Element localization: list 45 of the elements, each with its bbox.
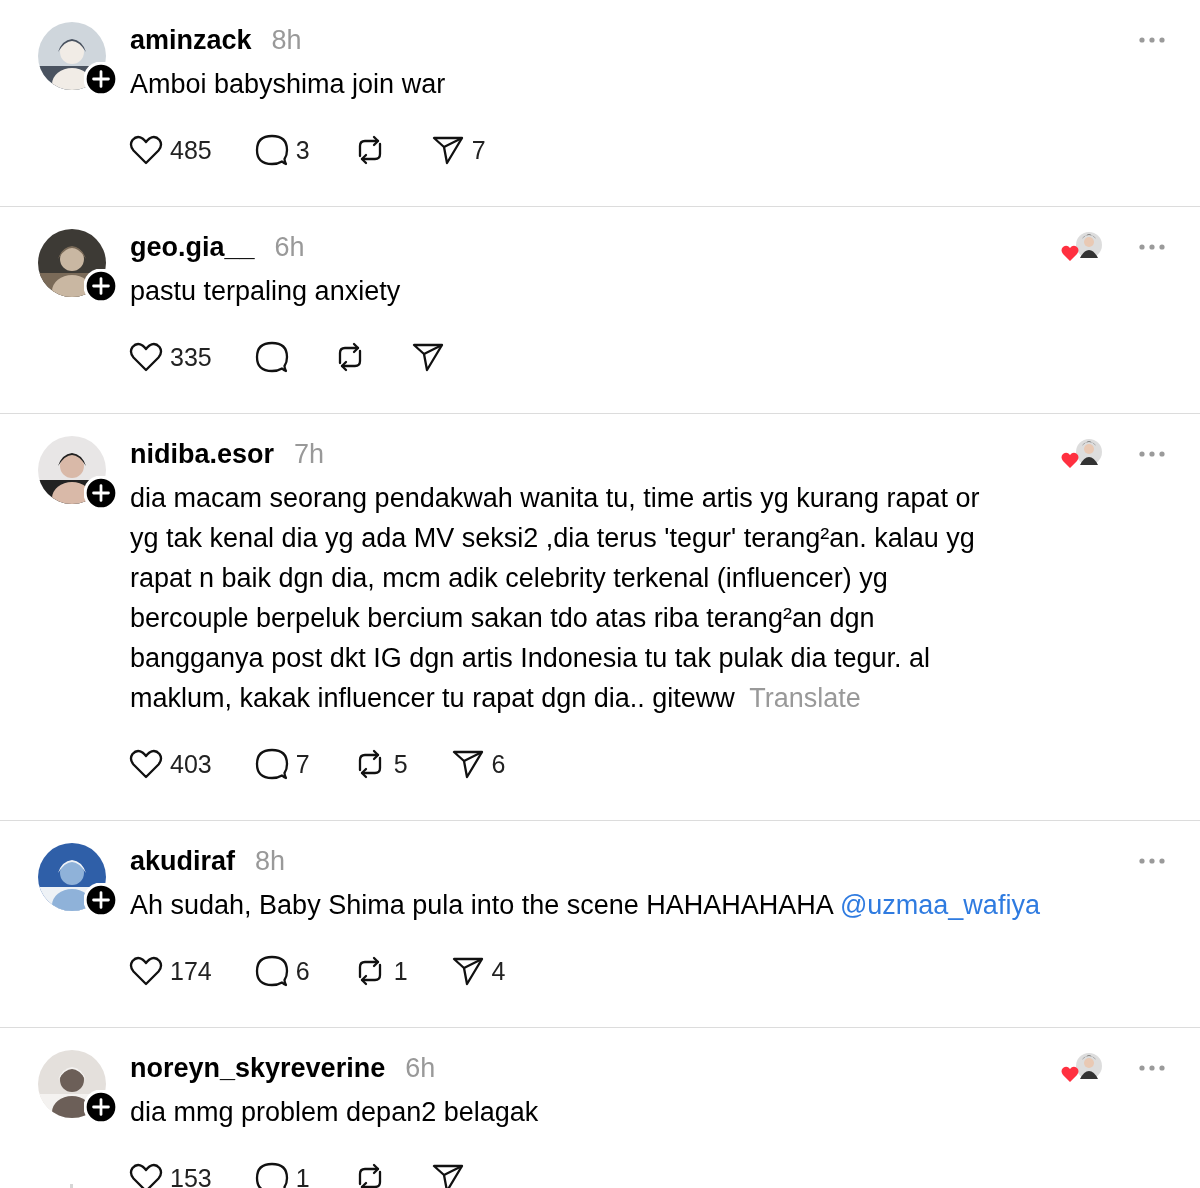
speech-bubble-icon <box>253 132 290 168</box>
follow-plus-icon[interactable] <box>84 269 118 303</box>
follow-plus-icon[interactable] <box>84 62 118 96</box>
speech-bubble-icon <box>253 953 290 989</box>
share-button[interactable]: 6 <box>449 744 506 784</box>
username[interactable]: geo.gia__ <box>130 231 255 263</box>
like-button[interactable]: 335 <box>128 337 212 377</box>
timestamp: 6h <box>274 231 305 263</box>
username[interactable]: akudiraf <box>130 845 236 877</box>
reply-button[interactable]: 6 <box>253 951 310 991</box>
like-button[interactable]: 174 <box>128 951 212 991</box>
timestamp: 7h <box>294 438 325 470</box>
more-options-icon[interactable] <box>1138 450 1166 458</box>
mention-link[interactable]: @uzmaa_wafiya <box>839 890 1040 920</box>
post-text: dia macam seorang pendakwah wanita tu, time artis yg kurang rapat or yg tak kenal dia yg ada MV seksi2 ,dia terus 'tegur' terang²an. kalau yg rapat n baik dgn dia, mcm adik celebrity terkenal (influencer) yg bercouple berpeluk bercium sakan tdo atas riba terang²an dgn bangganya post dkt IG dgn artis Indonesia tu tak pulak dia tegur. al maklum, kakak influencer tu rapat dgn dia.. giteww Translate <box>130 482 981 715</box>
speech-bubble-icon <box>253 746 290 782</box>
follow-plus-icon[interactable] <box>84 883 118 917</box>
post-text: Amboi babyshima join war <box>130 68 447 101</box>
more-options-icon[interactable] <box>1138 36 1166 44</box>
like-button[interactable]: 485 <box>128 130 212 170</box>
more-options-icon[interactable] <box>1138 1064 1166 1072</box>
repost-button[interactable]: 1 <box>351 951 408 991</box>
reply-button[interactable]: 1 <box>253 1158 310 1188</box>
follow-plus-icon[interactable] <box>84 1090 118 1124</box>
share-button[interactable]: 4 <box>449 951 506 991</box>
share-button[interactable]: 7 <box>429 130 486 170</box>
more-options-icon[interactable] <box>1138 857 1166 865</box>
username[interactable]: aminzack <box>130 24 252 56</box>
speech-bubble-icon <box>253 339 290 375</box>
post-text: Ah sudah, Baby Shima pula into the scene HAHAHAHAHA @uzmaa_wafiya <box>130 889 1041 922</box>
post-text: dia mmg problem depan2 belagak <box>130 1096 540 1129</box>
username[interactable]: nidiba.esor <box>130 438 275 470</box>
post-text: pastu terpaling anxiety <box>130 275 402 308</box>
reply-button[interactable]: 7 <box>253 744 310 784</box>
timestamp: 8h <box>255 845 286 877</box>
repost-button[interactable]: 5 <box>351 744 408 784</box>
timestamp: 6h <box>405 1052 436 1084</box>
like-button[interactable]: 153 <box>128 1158 212 1188</box>
username[interactable]: noreyn_skyreverine <box>130 1052 386 1084</box>
timestamp: 8h <box>271 24 302 56</box>
reply-button[interactable]: 3 <box>253 130 310 170</box>
speech-bubble-icon <box>253 1160 290 1188</box>
more-options-icon[interactable] <box>1138 243 1166 251</box>
follow-plus-icon[interactable] <box>84 476 118 510</box>
like-button[interactable]: 403 <box>128 744 212 784</box>
